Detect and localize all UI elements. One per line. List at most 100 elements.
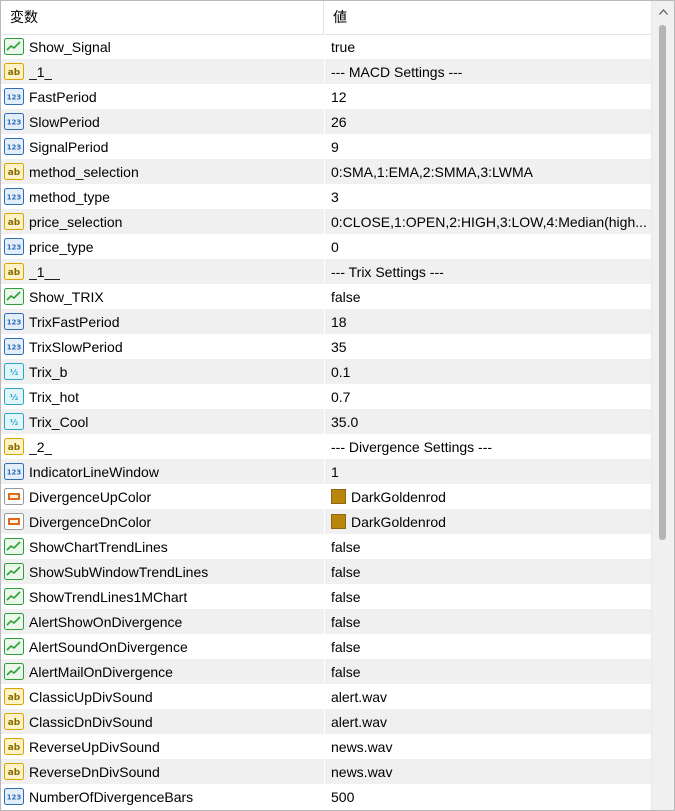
parameter-row[interactable]: ShowSubWindowTrendLines false: [1, 559, 651, 584]
parameter-value: 0.7: [331, 388, 351, 405]
parameter-value-cell[interactable]: 35: [325, 339, 651, 355]
parameter-row[interactable]: ab method_selection 0:SMA,1:EMA,2:SMMA,3:L…: [1, 159, 651, 184]
svg-text:ab: ab: [8, 218, 21, 228]
parameter-value-cell[interactable]: DarkGoldenrod: [325, 514, 651, 530]
string-parameter-icon: ab: [4, 438, 24, 455]
parameter-value-cell[interactable]: --- Divergence Settings ---: [325, 439, 651, 455]
parameter-value-cell[interactable]: true: [325, 39, 651, 55]
parameter-row[interactable]: ab ClassicDnDivSound alert.wav: [1, 709, 651, 734]
parameter-row[interactable]: ShowTrendLines1MChart false: [1, 584, 651, 609]
parameter-value-cell[interactable]: --- Trix Settings ---: [325, 264, 651, 280]
bool-parameter-icon: [4, 663, 24, 680]
parameter-value-cell[interactable]: news.wav: [325, 764, 651, 780]
parameter-value-cell[interactable]: false: [325, 639, 651, 655]
svg-text:½: ½: [10, 392, 18, 402]
parameter-row[interactable]: AlertMailOnDivergence false: [1, 659, 651, 684]
parameter-row[interactable]: ab ReverseUpDivSound news.wav: [1, 734, 651, 759]
parameter-row[interactable]: ab price_selection 0:CLOSE,1:OPEN,2:HIGH,3…: [1, 209, 651, 234]
parameter-value-cell[interactable]: --- MACD Settings ---: [325, 64, 651, 80]
parameter-value-cell[interactable]: 26: [325, 114, 651, 130]
string-parameter-icon: ab: [4, 63, 24, 80]
parameter-value: 35.0: [331, 413, 359, 430]
parameter-row[interactable]: AlertShowOnDivergence false: [1, 609, 651, 634]
parameter-name: ShowChartTrendLines: [29, 538, 168, 555]
parameter-value-cell[interactable]: 0: [325, 239, 651, 255]
parameter-name-cell: 123 price_type: [1, 234, 325, 259]
parameter-value-cell[interactable]: false: [325, 539, 651, 555]
parameter-value-cell[interactable]: 12: [325, 89, 651, 105]
parameter-row[interactable]: 123 FastPeriod 12: [1, 84, 651, 109]
parameter-value-cell[interactable]: 1: [325, 464, 651, 480]
svg-text:123: 123: [7, 144, 22, 152]
parameter-row[interactable]: 123 NumberOfDivergenceBars 500: [1, 784, 651, 809]
parameter-value: false: [331, 613, 361, 630]
integer-parameter-icon: 123: [4, 313, 24, 330]
parameter-row[interactable]: AlertSoundOnDivergence false: [1, 634, 651, 659]
color-parameter-icon: [4, 513, 24, 530]
parameter-row[interactable]: 123 method_type 3: [1, 184, 651, 209]
scroll-up-arrow-icon[interactable]: [652, 1, 674, 23]
integer-parameter-icon: 123: [4, 338, 24, 355]
scrollbar-thumb[interactable]: [659, 25, 666, 540]
parameter-value-cell[interactable]: DarkGoldenrod: [325, 489, 651, 505]
parameter-value-cell[interactable]: 0:SMA,1:EMA,2:SMMA,3:LWMA: [325, 164, 651, 180]
parameter-name-cell: AlertShowOnDivergence: [1, 609, 325, 634]
parameter-row[interactable]: DivergenceDnColor DarkGoldenrod: [1, 509, 651, 534]
parameter-value-cell[interactable]: news.wav: [325, 739, 651, 755]
parameter-value: false: [331, 288, 361, 305]
parameter-row[interactable]: DivergenceUpColor DarkGoldenrod: [1, 484, 651, 509]
column-header-variable[interactable]: 変数: [1, 1, 324, 34]
parameter-value-cell[interactable]: false: [325, 664, 651, 680]
vertical-scrollbar[interactable]: [651, 1, 674, 810]
color-swatch[interactable]: [331, 489, 346, 504]
integer-parameter-icon: 123: [4, 88, 24, 105]
parameter-row[interactable]: ½ Trix_b 0.1: [1, 359, 651, 384]
parameter-row[interactable]: ½ Trix_hot 0.7: [1, 384, 651, 409]
parameter-value-cell[interactable]: 3: [325, 189, 651, 205]
parameter-value-cell[interactable]: 500: [325, 789, 651, 805]
parameter-value-cell[interactable]: false: [325, 564, 651, 580]
parameter-value-cell[interactable]: false: [325, 289, 651, 305]
parameter-value-cell[interactable]: 0.7: [325, 389, 651, 405]
parameter-name-cell: ½ Trix_hot: [1, 384, 325, 409]
parameter-name: _1__: [29, 263, 61, 280]
parameter-row[interactable]: 123 TrixFastPeriod 18: [1, 309, 651, 334]
parameter-value-cell[interactable]: false: [325, 589, 651, 605]
parameter-row[interactable]: 123 SlowPeriod 26: [1, 109, 651, 134]
parameter-row[interactable]: ab _1_ --- MACD Settings ---: [1, 59, 651, 84]
svg-text:123: 123: [7, 469, 22, 477]
double-parameter-icon: ½: [4, 363, 24, 380]
bool-parameter-icon: [4, 638, 24, 655]
parameter-value-cell[interactable]: false: [325, 614, 651, 630]
parameter-value-cell[interactable]: 18: [325, 314, 651, 330]
parameter-value-cell[interactable]: 35.0: [325, 414, 651, 430]
string-parameter-icon: ab: [4, 163, 24, 180]
parameter-value-cell[interactable]: 0:CLOSE,1:OPEN,2:HIGH,3:LOW,4:Median(hig…: [325, 214, 651, 230]
parameter-name-cell: 123 IndicatorLineWindow: [1, 459, 325, 484]
parameter-row[interactable]: ab ReverseDnDivSound news.wav: [1, 759, 651, 784]
parameter-row[interactable]: ab _2_ --- Divergence Settings ---: [1, 434, 651, 459]
parameter-value-cell[interactable]: 9: [325, 139, 651, 155]
parameter-name: Show_Signal: [29, 38, 111, 55]
parameter-row[interactable]: ShowChartTrendLines false: [1, 534, 651, 559]
parameter-name: _2_: [29, 438, 53, 455]
parameter-row[interactable]: ab ClassicUpDivSound alert.wav: [1, 684, 651, 709]
parameter-row[interactable]: ab _1__ --- Trix Settings ---: [1, 259, 651, 284]
parameter-value: 0: [331, 238, 339, 255]
color-swatch[interactable]: [331, 514, 346, 529]
parameter-row[interactable]: 123 IndicatorLineWindow 1: [1, 459, 651, 484]
parameter-value-cell[interactable]: 0.1: [325, 364, 651, 380]
parameter-value-cell[interactable]: alert.wav: [325, 714, 651, 730]
parameter-value-cell[interactable]: alert.wav: [325, 689, 651, 705]
parameter-row[interactable]: Show_TRIX false: [1, 284, 651, 309]
bool-parameter-icon: [4, 538, 24, 555]
parameter-row[interactable]: Show_Signal true: [1, 34, 651, 59]
parameter-row[interactable]: 123 TrixSlowPeriod 35: [1, 334, 651, 359]
column-header-value[interactable]: 値: [324, 1, 651, 34]
parameter-row[interactable]: 123 price_type 0: [1, 234, 651, 259]
parameter-name-cell: Show_Signal: [1, 34, 325, 59]
parameters-panel: 変数 値 Show_Signal true ab _1_ --- MACD Settin…: [0, 0, 675, 811]
svg-text:ab: ab: [8, 168, 21, 178]
parameter-row[interactable]: 123 SignalPeriod 9: [1, 134, 651, 159]
parameter-row[interactable]: ½ Trix_Cool 35.0: [1, 409, 651, 434]
